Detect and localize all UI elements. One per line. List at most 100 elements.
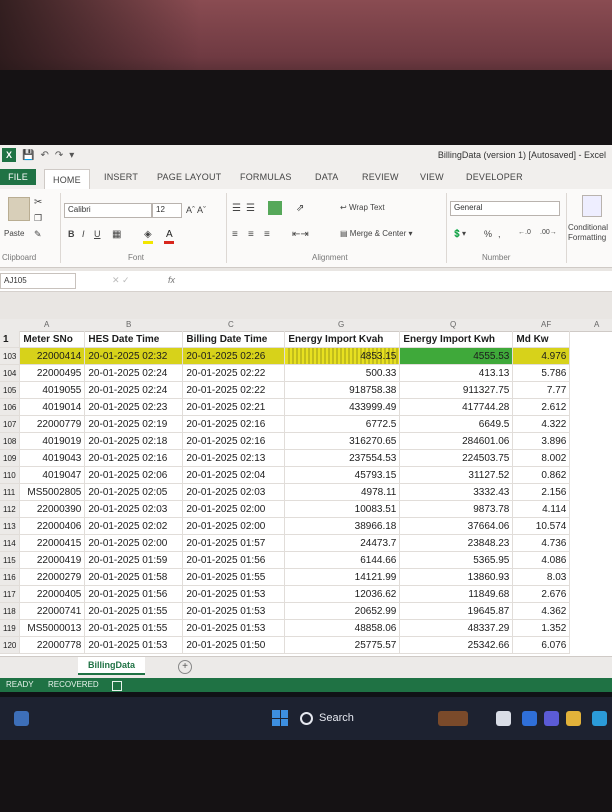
tab-developer[interactable]: DEVELOPER — [466, 172, 523, 182]
cell-energy-import-kwh[interactable]: 13860.93 — [399, 568, 514, 586]
header-energy-import-kwh[interactable]: Energy Import Kwh — [399, 331, 514, 348]
cell-hes-date-time[interactable]: 20-01-2025 01:55 — [84, 602, 184, 620]
row-number[interactable]: 118 — [0, 602, 21, 620]
cell-md-kw[interactable]: 3.896 — [512, 432, 571, 450]
row-number[interactable]: 108 — [0, 432, 21, 450]
cell-meter-sno[interactable]: 22000405 — [19, 585, 86, 603]
conditional-formatting-button[interactable]: Conditional Formatting — [568, 223, 612, 243]
cell-energy-import-kvah[interactable]: 6772.5 — [284, 415, 401, 433]
cell-energy-import-kvah[interactable]: 14121.99 — [284, 568, 401, 586]
row-number[interactable]: 116 — [0, 568, 21, 586]
cell-energy-import-kvah[interactable]: 500.33 — [284, 364, 401, 382]
cell-hes-date-time[interactable]: 20-01-2025 02:24 — [84, 381, 184, 399]
cell-meter-sno[interactable]: 22000495 — [19, 364, 86, 382]
orientation-icon[interactable]: ⇗ — [296, 203, 304, 214]
cell-billing-date-time[interactable]: 20-01-2025 02:00 — [182, 500, 286, 518]
cell-energy-import-kwh[interactable]: 5365.95 — [399, 551, 514, 569]
cell-energy-import-kwh[interactable]: 4555.53 — [399, 347, 514, 365]
align-center-icon[interactable]: ≡ — [248, 229, 254, 240]
cell-md-kw[interactable]: 7.77 — [512, 381, 571, 399]
cell-md-kw[interactable]: 2.156 — [512, 483, 571, 501]
cell-meter-sno[interactable]: 22000779 — [19, 415, 86, 433]
grow-font-icon[interactable]: Aˆ Aˇ — [186, 205, 206, 215]
cell-billing-date-time[interactable]: 20-01-2025 02:26 — [182, 347, 286, 365]
percent-icon[interactable]: % — [484, 229, 492, 239]
comma-icon[interactable]: , — [498, 229, 501, 239]
cell-billing-date-time[interactable]: 20-01-2025 01:53 — [182, 602, 286, 620]
cell-meter-sno[interactable]: 22000414 — [19, 347, 86, 365]
cell-energy-import-kwh[interactable]: 48337.29 — [399, 619, 514, 637]
cell-md-kw[interactable]: 4.362 — [512, 602, 571, 620]
row-number[interactable]: 110 — [0, 466, 21, 484]
cell-energy-import-kvah[interactable]: 20652.99 — [284, 602, 401, 620]
cell-energy-import-kvah[interactable]: 4853.15 — [284, 347, 401, 365]
tab-home[interactable]: HOME — [44, 169, 90, 190]
cell-meter-sno[interactable]: 22000419 — [19, 551, 86, 569]
cell-energy-import-kwh[interactable]: 417744.28 — [399, 398, 514, 416]
file-explorer-icon[interactable] — [566, 711, 581, 726]
header-billing-date-time[interactable]: Billing Date Time — [182, 331, 286, 348]
cell-meter-sno[interactable]: 22000279 — [19, 568, 86, 586]
cut-icon[interactable]: ✂ — [34, 197, 42, 208]
cell-billing-date-time[interactable]: 20-01-2025 02:16 — [182, 415, 286, 433]
font-name-select[interactable]: Calibri — [64, 203, 152, 218]
align-bottom-icon[interactable] — [268, 201, 282, 215]
row-number[interactable]: 120 — [0, 636, 21, 654]
tab-view[interactable]: VIEW — [420, 172, 444, 182]
font-color-icon[interactable]: A — [166, 229, 173, 240]
cell-hes-date-time[interactable]: 20-01-2025 01:53 — [84, 636, 184, 654]
cell-hes-date-time[interactable]: 20-01-2025 02:05 — [84, 483, 184, 501]
row-number[interactable]: 1 — [0, 331, 21, 348]
wrap-text-button[interactable]: ↩ Wrap Text — [340, 203, 385, 212]
sheet-tab-billingdata[interactable]: BillingData — [78, 657, 146, 675]
cell-md-kw[interactable]: 8.03 — [512, 568, 571, 586]
fx-icon[interactable]: fx — [168, 275, 175, 285]
tab-insert[interactable]: INSERT — [104, 172, 138, 182]
align-top-icon[interactable]: ☰ — [232, 203, 241, 214]
cell-billing-date-time[interactable]: 20-01-2025 02:16 — [182, 432, 286, 450]
cell-billing-date-time[interactable]: 20-01-2025 01:53 — [182, 585, 286, 603]
cell-md-kw[interactable]: 4.114 — [512, 500, 571, 518]
paste-icon[interactable] — [8, 197, 30, 221]
cell-energy-import-kvah[interactable]: 25775.57 — [284, 636, 401, 654]
cell-md-kw[interactable]: 2.676 — [512, 585, 571, 603]
underline-button[interactable]: U — [94, 229, 101, 239]
cell-billing-date-time[interactable]: 20-01-2025 02:00 — [182, 517, 286, 535]
cell-energy-import-kvah[interactable]: 433999.49 — [284, 398, 401, 416]
cell-meter-sno[interactable]: 22000415 — [19, 534, 86, 552]
cell-meter-sno[interactable]: 4019047 — [19, 466, 86, 484]
cell-energy-import-kwh[interactable]: 224503.75 — [399, 449, 514, 467]
align-middle-icon[interactable]: ☰ — [246, 203, 255, 214]
meet-icon[interactable] — [522, 711, 537, 726]
cell-energy-import-kvah[interactable]: 918758.38 — [284, 381, 401, 399]
header-md-kw[interactable]: Md Kw — [512, 331, 571, 348]
cell-energy-import-kwh[interactable]: 9873.78 — [399, 500, 514, 518]
cell-hes-date-time[interactable]: 20-01-2025 02:32 — [84, 347, 184, 365]
cell-energy-import-kwh[interactable]: 284601.06 — [399, 432, 514, 450]
row-number[interactable]: 107 — [0, 415, 21, 433]
column-header[interactable]: AF — [541, 320, 551, 329]
cell-billing-date-time[interactable]: 20-01-2025 02:04 — [182, 466, 286, 484]
cell-hes-date-time[interactable]: 20-01-2025 02:16 — [84, 449, 184, 467]
row-number[interactable]: 105 — [0, 381, 21, 399]
cell-meter-sno[interactable]: 22000390 — [19, 500, 86, 518]
add-sheet-icon[interactable]: + — [178, 660, 192, 674]
cell-energy-import-kvah[interactable]: 4978.11 — [284, 483, 401, 501]
cell-hes-date-time[interactable]: 20-01-2025 02:03 — [84, 500, 184, 518]
cell-energy-import-kwh[interactable]: 23848.23 — [399, 534, 514, 552]
header-energy-import-kvah[interactable]: Energy Import Kvah — [284, 331, 401, 348]
tab-page-layout[interactable]: PAGE LAYOUT — [157, 172, 221, 182]
cell-md-kw[interactable]: 4.322 — [512, 415, 571, 433]
cell-md-kw[interactable]: 5.786 — [512, 364, 571, 382]
cell-energy-import-kwh[interactable]: 413.13 — [399, 364, 514, 382]
taskview-icon[interactable] — [496, 711, 511, 726]
cell-md-kw[interactable]: 6.076 — [512, 636, 571, 654]
row-number[interactable]: 109 — [0, 449, 21, 467]
cell-billing-date-time[interactable]: 20-01-2025 01:57 — [182, 534, 286, 552]
taskbar-app-icon[interactable] — [438, 711, 468, 726]
align-right-icon[interactable]: ≡ — [264, 229, 270, 240]
row-number[interactable]: 114 — [0, 534, 21, 552]
cell-md-kw[interactable]: 4.086 — [512, 551, 571, 569]
cell-meter-sno[interactable]: 4019055 — [19, 381, 86, 399]
cell-energy-import-kwh[interactable]: 19645.87 — [399, 602, 514, 620]
